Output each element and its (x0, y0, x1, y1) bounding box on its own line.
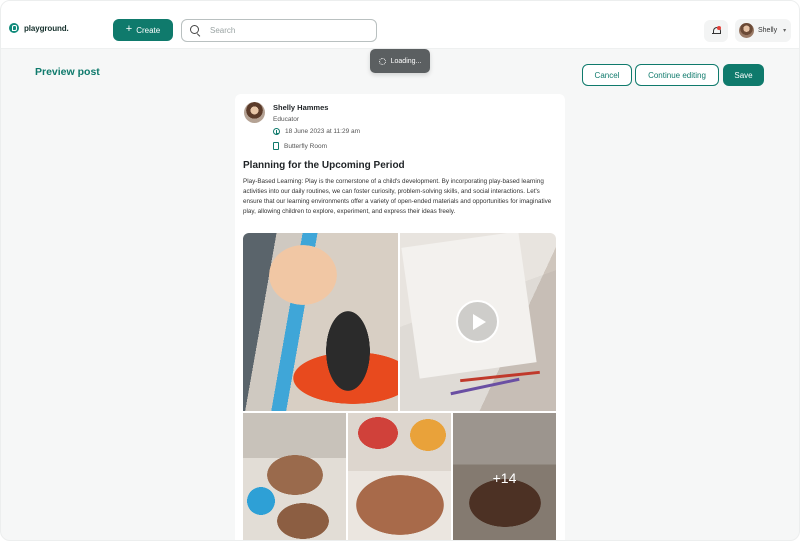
app-logo[interactable]: playground. (9, 23, 69, 33)
continue-editing-button[interactable]: Continue editing (635, 64, 719, 86)
media-gallery: +14 (243, 233, 556, 540)
save-button[interactable]: Save (723, 64, 764, 86)
playground-logo-icon (9, 23, 19, 33)
search-box[interactable] (181, 19, 377, 42)
media-photo-2[interactable] (243, 413, 346, 540)
post-date-row: 18 June 2023 at 11:29 am (273, 128, 360, 135)
post-room: Butterfly Room (284, 142, 327, 150)
cancel-button[interactable]: Cancel (582, 64, 632, 86)
media-photo-1[interactable] (243, 233, 398, 411)
post-body: Play-Based Learning: Play is the corners… (243, 178, 552, 215)
clock-icon (273, 128, 280, 135)
post-date: 18 June 2023 at 11:29 am (285, 128, 361, 135)
author-avatar (244, 102, 265, 123)
page-title: Preview post (35, 66, 100, 78)
user-avatar (739, 23, 754, 38)
door-icon (273, 142, 279, 150)
spinner-icon (378, 57, 386, 65)
media-photo-more[interactable]: +14 (453, 413, 556, 540)
media-video[interactable] (400, 233, 556, 411)
search-icon (190, 25, 201, 36)
notification-dot (717, 26, 721, 30)
loading-toast: Loading... (370, 49, 430, 73)
author-name: Shelly Hammes (273, 103, 329, 112)
play-icon (473, 313, 486, 330)
more-media-count: +14 (492, 469, 517, 486)
app-window: playground. + Create Shelly ▾ Loading...… (0, 0, 800, 541)
plus-icon: + (125, 23, 133, 35)
chevron-down-icon: ▾ (783, 28, 787, 34)
post-title: Planning for the Upcoming Period (243, 160, 405, 171)
user-menu-button[interactable]: Shelly ▾ (735, 19, 791, 42)
create-button-label: Create (136, 25, 161, 35)
search-input[interactable] (210, 26, 370, 35)
user-name: Shelly (758, 27, 778, 34)
play-button[interactable] (456, 300, 499, 343)
post-room-row: Butterfly Room (273, 142, 327, 150)
notifications-button[interactable] (704, 20, 728, 42)
loading-text: Loading... (390, 57, 422, 65)
media-photo-3[interactable] (348, 413, 451, 540)
top-bar: playground. + Create Shelly ▾ (1, 1, 799, 49)
video-thumbnail-pencil (460, 370, 540, 383)
post-card: Shelly Hammes Educator 18 June 2023 at 1… (235, 94, 565, 540)
create-button[interactable]: + Create (113, 19, 173, 41)
app-name: playground. (24, 23, 69, 33)
author-role: Educator (273, 116, 300, 123)
